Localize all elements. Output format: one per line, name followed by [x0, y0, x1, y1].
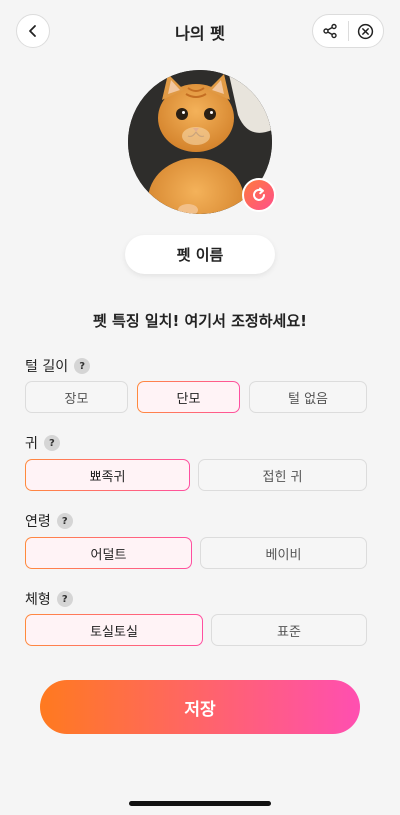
- fur-length-title: 털 길이: [25, 359, 69, 375]
- close-circle-icon: [358, 23, 374, 39]
- option-fur-long[interactable]: 장모: [25, 381, 128, 413]
- ear-title: 귀: [25, 436, 38, 452]
- refresh-icon: [253, 187, 265, 201]
- home-indicator: [129, 801, 271, 806]
- help-icon[interactable]: ?: [56, 513, 73, 529]
- header-actions: [312, 14, 384, 48]
- option-body-standard[interactable]: 표준: [211, 614, 367, 646]
- help-icon[interactable]: ?: [74, 358, 91, 374]
- body-type-title: 체형: [25, 592, 51, 608]
- fur-length-label: 털 길이 ?: [25, 356, 91, 376]
- adjust-prompt: 펫 특징 일치! 여기서 조정하세요!: [93, 312, 307, 330]
- option-ear-folded[interactable]: 접힌 귀: [198, 459, 367, 491]
- option-ear-pointed[interactable]: 뾰족귀: [25, 459, 190, 491]
- help-icon[interactable]: ?: [43, 435, 60, 451]
- share-button[interactable]: [313, 14, 348, 48]
- header: 나의 펫: [0, 14, 400, 48]
- pet-name-button[interactable]: 펫 이름: [125, 235, 275, 274]
- age-label: 연령 ?: [25, 511, 73, 531]
- option-body-chubby[interactable]: 토실토실: [25, 614, 203, 646]
- share-icon: [323, 23, 337, 39]
- help-icon[interactable]: ?: [56, 591, 73, 607]
- option-fur-short[interactable]: 단모: [137, 381, 240, 413]
- option-age-adult[interactable]: 어덜트: [25, 537, 192, 569]
- pet-avatar-container: [128, 70, 276, 214]
- option-fur-hairless[interactable]: 털 없음: [249, 381, 367, 413]
- age-title: 연령: [25, 514, 51, 530]
- close-button[interactable]: [348, 14, 383, 48]
- option-age-baby[interactable]: 베이비: [200, 537, 367, 569]
- refresh-photo-button[interactable]: [242, 178, 276, 212]
- body-type-label: 체형 ?: [25, 589, 73, 609]
- ear-label: 귀 ?: [25, 433, 60, 453]
- save-button[interactable]: 저장: [40, 680, 360, 734]
